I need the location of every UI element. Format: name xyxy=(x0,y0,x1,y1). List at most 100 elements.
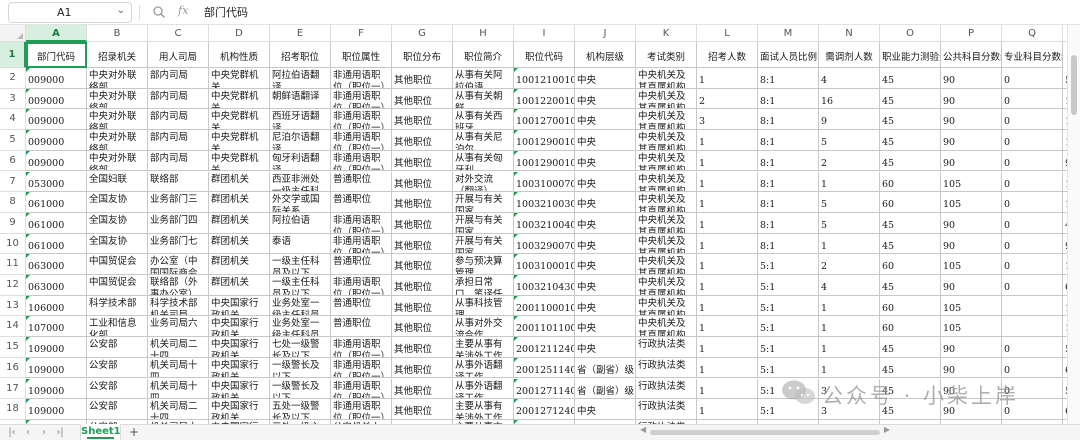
prev-sheet-icon[interactable]: ‹ xyxy=(22,425,34,440)
table-cell[interactable]: 公安部 xyxy=(87,378,148,400)
table-cell[interactable]: 3 xyxy=(819,399,880,420)
table-cell[interactable]: 100129001002 xyxy=(514,150,575,172)
table-cell[interactable]: 107000 xyxy=(26,316,87,338)
table-cell[interactable]: 中央机关及其直属机构 xyxy=(636,171,697,193)
column-header-d[interactable]: D xyxy=(209,25,270,42)
table-cell[interactable]: 45 xyxy=(880,88,941,110)
table-cell[interactable]: 行政执法类 xyxy=(636,337,697,358)
table-cell[interactable]: 45 xyxy=(880,378,941,400)
column-title-cell[interactable]: 职位属性 xyxy=(331,42,392,68)
table-cell[interactable]: 9 xyxy=(819,109,880,131)
table-cell[interactable]: 0 xyxy=(1002,254,1063,275)
table-cell[interactable]: 1 xyxy=(697,254,758,275)
table-cell[interactable]: 90 xyxy=(941,357,1002,379)
row-header-8[interactable]: 8 xyxy=(0,192,26,213)
table-cell[interactable]: 中央 xyxy=(575,68,636,89)
table-cell[interactable]: 七处一级警长及以下 xyxy=(270,337,331,358)
table-cell[interactable]: 60 xyxy=(880,171,941,193)
table-cell[interactable]: 其他职位 xyxy=(392,212,453,234)
table-cell[interactable]: 中央 xyxy=(575,337,636,358)
column-header-i[interactable]: I xyxy=(514,25,575,42)
table-cell[interactable]: 1 xyxy=(697,337,758,358)
table-cell[interactable]: 100121001001 xyxy=(514,68,575,89)
search-icon[interactable] xyxy=(152,4,166,20)
table-cell[interactable]: 1 xyxy=(697,316,758,338)
table-cell[interactable] xyxy=(1002,295,1063,317)
table-cell[interactable]: 中央 xyxy=(575,275,636,296)
row-header-4[interactable]: 4 xyxy=(0,109,26,131)
vertical-scrollbar[interactable] xyxy=(1067,25,1080,424)
table-cell[interactable]: 其他职位 xyxy=(392,88,453,110)
table-cell[interactable]: 45 xyxy=(880,68,941,89)
table-cell[interactable]: 0 xyxy=(1002,150,1063,172)
table-cell[interactable]: 其他职位 xyxy=(392,357,453,379)
table-cell[interactable]: 4 xyxy=(819,275,880,296)
table-cell[interactable]: 1 xyxy=(819,337,880,358)
table-cell[interactable]: 全国友协 xyxy=(87,212,148,234)
table-cell[interactable] xyxy=(1002,316,1063,338)
table-cell[interactable]: 中央党群机关 xyxy=(209,68,270,89)
table-cell[interactable]: 承担日常口、笔译任务 xyxy=(453,275,514,296)
column-title-cell[interactable]: 专业科目分数线 xyxy=(1002,42,1063,68)
column-title-cell[interactable]: 职业能力测验分 xyxy=(880,42,941,68)
table-cell[interactable]: 1 xyxy=(819,233,880,255)
table-cell[interactable]: 4 xyxy=(819,68,880,89)
table-cell[interactable]: 中央国家行政机关 xyxy=(209,378,270,400)
table-cell[interactable]: 中央机关及其直属机构 xyxy=(636,192,697,213)
table-cell[interactable]: 其他职位 xyxy=(392,316,453,338)
table-cell[interactable]: 中央机关及其直属机构 xyxy=(636,254,697,275)
table-cell[interactable]: 从事有关朝鲜 xyxy=(453,88,514,110)
table-cell[interactable]: 109000 xyxy=(26,378,87,400)
table-cell[interactable]: 业务处室一级主任科员 xyxy=(270,316,331,338)
table-cell[interactable]: 中央机关及其直属机构 xyxy=(636,212,697,234)
table-cell[interactable]: 1 xyxy=(697,399,758,420)
table-cell[interactable]: 0 xyxy=(1002,88,1063,110)
table-cell[interactable]: 0 xyxy=(1002,275,1063,296)
table-cell[interactable]: 061000 xyxy=(26,212,87,234)
table-cell[interactable]: 机关司局二十四 xyxy=(148,399,209,420)
table-cell[interactable]: 阿拉伯语翻译 xyxy=(270,68,331,89)
table-cell[interactable]: 其他职位 xyxy=(392,109,453,131)
table-cell[interactable]: 1 xyxy=(697,192,758,213)
table-cell[interactable]: 100321003001 xyxy=(514,192,575,213)
table-cell[interactable]: 中央国家行政机关 xyxy=(209,295,270,317)
table-cell[interactable]: 开展与有关国家 xyxy=(453,212,514,234)
table-cell[interactable]: 行政执法类 xyxy=(636,378,697,400)
table-cell[interactable]: 2 xyxy=(819,254,880,275)
table-cell[interactable]: 中央对外联络部 xyxy=(87,109,148,131)
table-cell[interactable]: 5:1 xyxy=(758,399,819,420)
table-cell[interactable]: 中央 xyxy=(575,254,636,275)
table-cell[interactable]: 从事外语翻译工作 xyxy=(453,378,514,400)
table-cell[interactable]: 90 xyxy=(941,212,1002,234)
table-cell[interactable]: 105 xyxy=(941,192,1002,213)
row-header-9[interactable]: 9 xyxy=(0,212,26,234)
table-cell[interactable]: 100310001001 xyxy=(514,254,575,275)
table-cell[interactable]: 009000 xyxy=(26,150,87,172)
table-cell[interactable]: 8:1 xyxy=(758,130,819,151)
table-cell[interactable]: 公安部 xyxy=(87,337,148,358)
table-cell[interactable]: 联络部（外事办公室） xyxy=(148,275,209,296)
scroll-right-icon[interactable]: ▶ xyxy=(884,425,890,434)
table-cell[interactable]: 中央党群机关 xyxy=(209,88,270,110)
table-cell[interactable]: 45 xyxy=(880,130,941,151)
table-cell[interactable]: 5 xyxy=(819,192,880,213)
table-cell[interactable]: 1 xyxy=(697,378,758,400)
column-header-k[interactable]: K xyxy=(636,25,697,42)
table-cell[interactable]: 中央对外联络部 xyxy=(87,130,148,151)
column-title-cell[interactable]: 部门代码 xyxy=(26,42,87,68)
table-cell[interactable]: 105 xyxy=(941,295,1002,317)
table-cell[interactable]: 1 xyxy=(819,357,880,379)
table-cell[interactable]: 中央 xyxy=(575,399,636,420)
table-cell[interactable]: 45 xyxy=(880,109,941,131)
table-cell[interactable]: 群团机关 xyxy=(209,192,270,213)
table-cell[interactable]: 非通用语职位（职位一） xyxy=(331,150,392,172)
table-cell[interactable]: 非通用语职位（职位一） xyxy=(331,212,392,234)
table-cell[interactable]: 105 xyxy=(941,171,1002,193)
table-cell[interactable]: 公安部 xyxy=(87,357,148,379)
table-cell[interactable]: 一级主任科员及以下 xyxy=(270,254,331,275)
table-cell[interactable]: 109000 xyxy=(26,337,87,358)
table-cell[interactable]: 90 xyxy=(941,378,1002,400)
table-cell[interactable]: 90 xyxy=(941,109,1002,131)
table-cell[interactable]: 中央对外联络部 xyxy=(87,88,148,110)
table-cell[interactable]: 3 xyxy=(819,378,880,400)
